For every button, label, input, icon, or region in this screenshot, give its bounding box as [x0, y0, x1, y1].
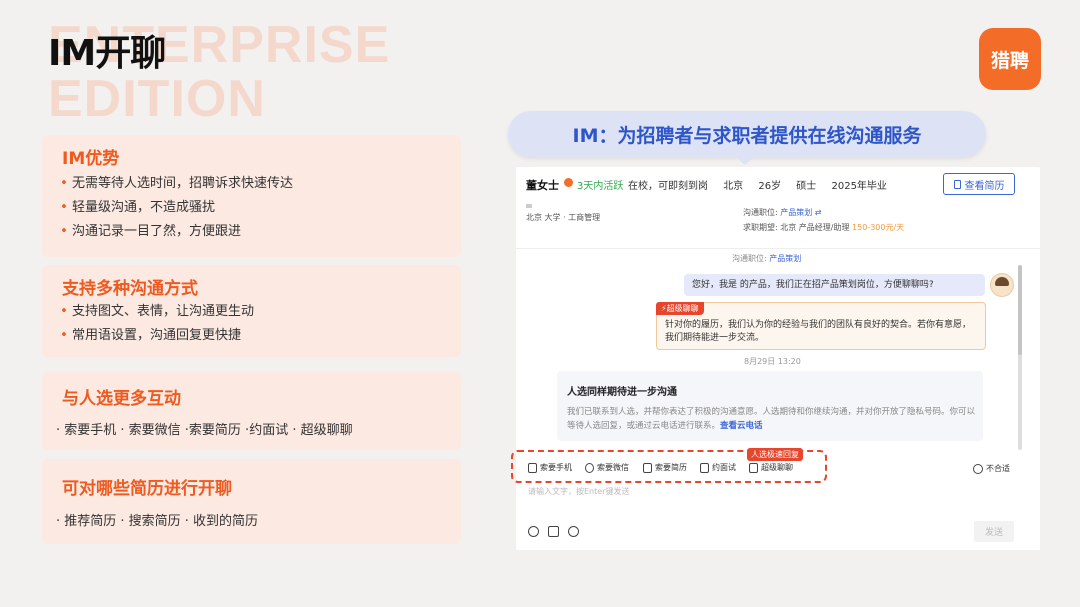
reject-button[interactable]: 不合适	[973, 463, 1010, 474]
list-item: • 无需等待人选时间，招聘诉求快速传达	[60, 176, 294, 191]
outgoing-message: 您好，我是 的产品，我们正在招产品策划岗位，方便聊聊吗?	[684, 274, 985, 296]
super-chat-tag: ⚡超级聊聊	[656, 302, 704, 315]
page-title: IM开聊	[48, 33, 166, 74]
system-card-message: 人选同样期待进一步沟通 我们已联系到人选，并帮你表达了积极的沟通意愿。人选期待和…	[557, 371, 983, 441]
card-title: 可对哪些简历进行开聊	[62, 479, 232, 499]
card-resume-sources: 可对哪些简历进行开聊 · 推荐简历 · 搜索简历 · 收到的简历	[42, 459, 461, 544]
liepin-logo: 猎聘	[979, 28, 1041, 90]
avatar	[990, 273, 1014, 297]
method-list: • 支持图文、表情，让沟通更生动 • 常用语设置，沟通回复更快捷	[56, 300, 254, 348]
system-card-title: 人选同样期待进一步沟通	[567, 387, 677, 398]
candidate-name: 董女士	[526, 179, 559, 192]
image-icon[interactable]	[548, 526, 559, 537]
card-title: 与人选更多互动	[62, 389, 181, 409]
list-item: • 常用语设置，沟通回复更快捷	[60, 328, 242, 343]
emoji-icon[interactable]	[528, 526, 539, 537]
list-item: • 轻量级沟通，不造成骚扰	[60, 200, 216, 215]
chat-window: 董女士 3天内活跃 在校，可即刻到岗 北京 26岁 硕士 2025年毕业 查看简…	[516, 167, 1040, 550]
card-communication-methods: 支持多种沟通方式 • 支持图文、表情，让沟通更生动 • 常用语设置，沟通回复更快捷	[42, 265, 461, 357]
candidate-meta: 在校，可即刻到岗 北京 26岁 硕士 2025年毕业	[628, 181, 887, 192]
super-chat-message: 针对你的履历，我们认为你的经验与我们的团队有良好的契合。若你有意愿，我们期待能进…	[656, 302, 986, 350]
close-circle-icon	[973, 463, 983, 474]
switch-position-icon[interactable]: ⇄	[815, 208, 822, 217]
message-input[interactable]: 请输入文字，按Enter键发送	[528, 486, 629, 497]
card-title: 支持多种沟通方式	[62, 279, 198, 299]
watermark-line2: EDITION	[48, 70, 266, 128]
position-note: 沟通职位: 产品策划	[732, 254, 802, 263]
education-icon	[526, 204, 532, 208]
cloud-phone-link[interactable]: 查看云电话	[720, 421, 763, 431]
candidate-education: 北京 大学 · 工商管理	[526, 213, 601, 222]
bubble-tail	[735, 156, 755, 165]
view-resume-label: 查看简历	[964, 180, 1005, 192]
input-icons	[528, 526, 579, 537]
resume-source-line: · 推荐简历 · 搜索简历 · 收到的简历	[56, 514, 259, 529]
interaction-line: · 索要手机 · 索要微信 ·索要简历 ·约面试 · 超级聊聊	[56, 423, 353, 438]
location-pin-icon	[564, 178, 573, 187]
position-link[interactable]: 产品策划	[780, 208, 812, 217]
card-title: IM优势	[62, 149, 120, 169]
card-im-advantages: IM优势 • 无需等待人选时间，招聘诉求快速传达 • 轻量级沟通，不造成骚扰 • 沟通…	[42, 135, 461, 257]
card-interactions: 与人选更多互动 · 索要手机 · 索要微信 ·索要简历 ·约面试 · 超级聊聊	[42, 372, 461, 450]
document-icon	[953, 179, 961, 189]
list-item: • 沟通记录一目了然，方便跟进	[60, 224, 242, 239]
quick-reply-icon[interactable]	[568, 526, 579, 537]
list-item: • 支持图文、表情，让沟通更生动	[60, 304, 255, 319]
expectation-row: 求职期望: 北京 产品经理/助理 150-300元/天	[743, 223, 905, 232]
im-caption-bubble: IM：为招聘者与求职者提供在线沟通服务	[508, 111, 986, 157]
message-timestamp: 8月29日 13:20	[744, 357, 801, 366]
send-button[interactable]: 发送	[974, 521, 1014, 542]
active-status: 3天内活跃	[577, 181, 624, 192]
view-resume-button[interactable]: 查看简历	[943, 173, 1015, 195]
candidate-header: 董女士 3天内活跃 在校，可即刻到岗 北京 26岁 硕士 2025年毕业 查看简…	[516, 167, 1040, 249]
system-card-text: 我们已联系到人选，并帮你表达了积极的沟通意愿。人选期待和你继续沟通，并对你开放了…	[567, 407, 976, 431]
position-row: 沟通职位: 产品策划 ⇄	[743, 208, 822, 217]
advantage-list: • 无需等待人选时间，招聘诉求快速传达 • 轻量级沟通，不造成骚扰 • 沟通记录一目了…	[56, 172, 293, 244]
scrollbar-thumb[interactable]	[1018, 265, 1022, 355]
fast-reply-badge: 人选极速回复	[747, 448, 803, 461]
